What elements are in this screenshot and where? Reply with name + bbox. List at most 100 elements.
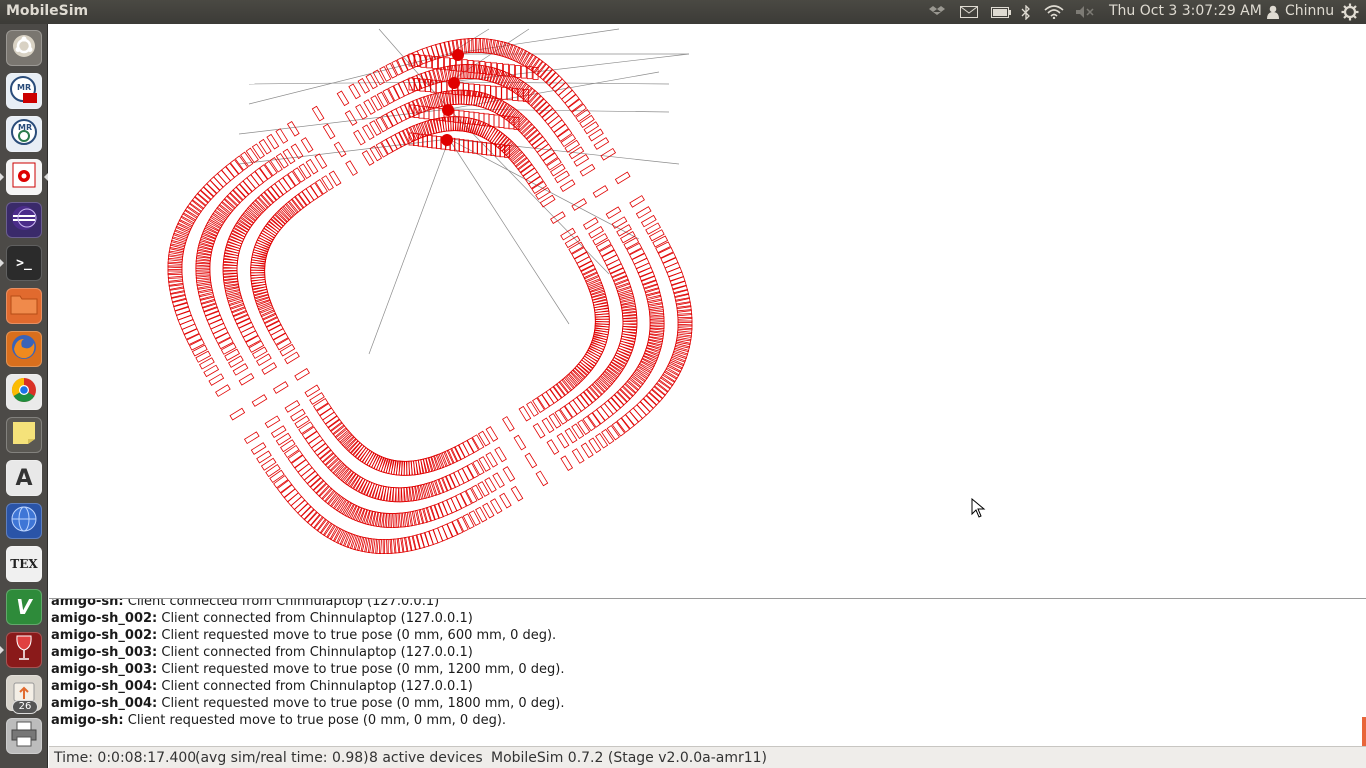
- bluetooth-icon[interactable]: [1019, 0, 1033, 24]
- launcher-font-viewer[interactable]: A: [6, 460, 42, 496]
- log-source: amigo-sh_003:: [51, 662, 158, 677]
- user-menu[interactable]: Chinnu: [1285, 3, 1334, 19]
- battery-icon[interactable]: [990, 0, 1012, 24]
- launcher-eclipse[interactable]: [6, 202, 42, 238]
- trail-footprint: [601, 428, 615, 445]
- mouse-pointer-icon: [971, 498, 986, 518]
- robot-trail: [250, 116, 610, 476]
- trail-footprint: [532, 422, 546, 439]
- version-info: MobileSim 0.7.2 (Stage v2.0.0a-amr11): [491, 750, 768, 766]
- trail-footprint: [559, 179, 576, 192]
- trail-footprint: [375, 538, 382, 554]
- trail-footprint: [668, 271, 685, 282]
- launcher-wine[interactable]: [6, 632, 42, 668]
- launcher-tex-editor[interactable]: TEX: [6, 546, 42, 582]
- laser-ray: [238, 108, 450, 135]
- trail-footprint: [611, 216, 628, 229]
- log-panel[interactable]: amigo-sh: Client connected from Chinnula…: [49, 598, 1366, 746]
- robot-marker[interactable]: [441, 134, 453, 146]
- robot-marker[interactable]: [448, 77, 460, 89]
- trail-footprint: [224, 348, 240, 361]
- launcher-files[interactable]: [6, 288, 42, 324]
- trail-footprint: [327, 457, 342, 472]
- log-line: amigo-sh_003: Client requested move to t…: [51, 662, 564, 677]
- trail-footprint: [200, 233, 216, 245]
- trail-footprint: [561, 376, 576, 392]
- launcher-vim[interactable]: V: [6, 589, 42, 625]
- launcher-firefox[interactable]: [6, 331, 42, 367]
- trail-footprint: [579, 114, 595, 128]
- launcher-sticky-notes[interactable]: [6, 417, 42, 453]
- wifi-icon[interactable]: [1043, 0, 1065, 24]
- trail-footprint: [556, 432, 570, 449]
- sim-ratio: (avg sim/real time: 0.98): [195, 750, 369, 766]
- trail-footprint: [337, 429, 352, 444]
- trail-footprint: [250, 442, 267, 455]
- launcher-mobilesim[interactable]: [6, 159, 42, 195]
- log-message: Client requested move to true pose (0 mm…: [157, 696, 565, 711]
- trail-footprint: [554, 170, 570, 184]
- robot-marker[interactable]: [442, 104, 454, 116]
- trail-footprint: [629, 195, 645, 208]
- trail-footprint: [167, 268, 183, 276]
- trail-footprint: [275, 153, 289, 169]
- log-message: Client requested move to true pose (0 mm…: [123, 713, 507, 728]
- trail-footprint: [450, 495, 462, 512]
- trail-footprint: [311, 105, 325, 122]
- trail-footprint: [495, 86, 502, 100]
- trail-footprint: [360, 508, 371, 525]
- trail-footprint: [275, 128, 289, 144]
- ubuntu-logo-icon: [12, 34, 36, 63]
- launcher-terminal[interactable]: >_: [6, 245, 42, 281]
- trail-footprint: [251, 394, 268, 407]
- log-message: Client connected from Chinnulaptop (127.…: [123, 598, 440, 609]
- laser-ray: [248, 53, 450, 105]
- simulation-canvas[interactable]: [49, 24, 1366, 598]
- launcher-mobilerobots-app-2[interactable]: MR: [6, 116, 42, 152]
- launcher-network-browser[interactable]: [6, 503, 42, 539]
- mr-icon: MR: [9, 75, 39, 108]
- mobilesim-icon: [10, 161, 38, 194]
- trail-footprint: [484, 477, 497, 493]
- gear-icon[interactable]: [1340, 0, 1360, 24]
- trail-footprint: [336, 90, 350, 107]
- launcher-mobilerobots-app-1[interactable]: MR: [6, 73, 42, 109]
- trail-footprint: [208, 373, 225, 386]
- launcher-chrome[interactable]: [6, 374, 42, 410]
- trail-footprint: [389, 513, 396, 528]
- trail-footprint: [334, 427, 350, 442]
- trail-footprint: [294, 415, 310, 429]
- robot-marker[interactable]: [452, 49, 464, 61]
- trail-footprint: [431, 454, 442, 471]
- laser-ray: [448, 138, 570, 325]
- trail-footprint: [376, 91, 389, 108]
- trail-footprint: [314, 153, 328, 170]
- volume-muted-icon[interactable]: [1074, 0, 1096, 24]
- dropbox-icon[interactable]: [928, 0, 946, 24]
- log-scrollbar[interactable]: [1362, 717, 1366, 746]
- trail-footprint: [605, 206, 622, 220]
- laser-ray: [368, 138, 450, 355]
- laser-ray: [448, 108, 670, 113]
- launcher-ubuntu-dash[interactable]: [6, 30, 42, 66]
- trail-footprint: [363, 99, 376, 115]
- trail-footprint: [332, 462, 347, 477]
- trail-footprint: [286, 120, 300, 137]
- trail-footprint: [284, 200, 299, 216]
- trail-footprint: [251, 199, 267, 214]
- mail-icon[interactable]: [959, 0, 979, 24]
- trail-footprint: [510, 150, 526, 165]
- trail-footprint: [246, 204, 262, 219]
- clock[interactable]: Thu Oct 3 3:07:29 AM: [1109, 3, 1262, 19]
- trail-footprint: [348, 83, 361, 100]
- trail-footprint: [282, 203, 297, 218]
- printer-icon: [10, 721, 38, 752]
- launcher-printer[interactable]: [6, 718, 42, 754]
- log-line: amigo-sh: Client requested move to true …: [51, 713, 506, 728]
- trail-footprint: [355, 103, 368, 120]
- trail-footprint: [648, 229, 665, 242]
- trail-footprint: [664, 262, 681, 274]
- trail-footprint: [432, 527, 444, 544]
- trail-footprint: [428, 529, 439, 546]
- trail-footprint: [269, 469, 285, 484]
